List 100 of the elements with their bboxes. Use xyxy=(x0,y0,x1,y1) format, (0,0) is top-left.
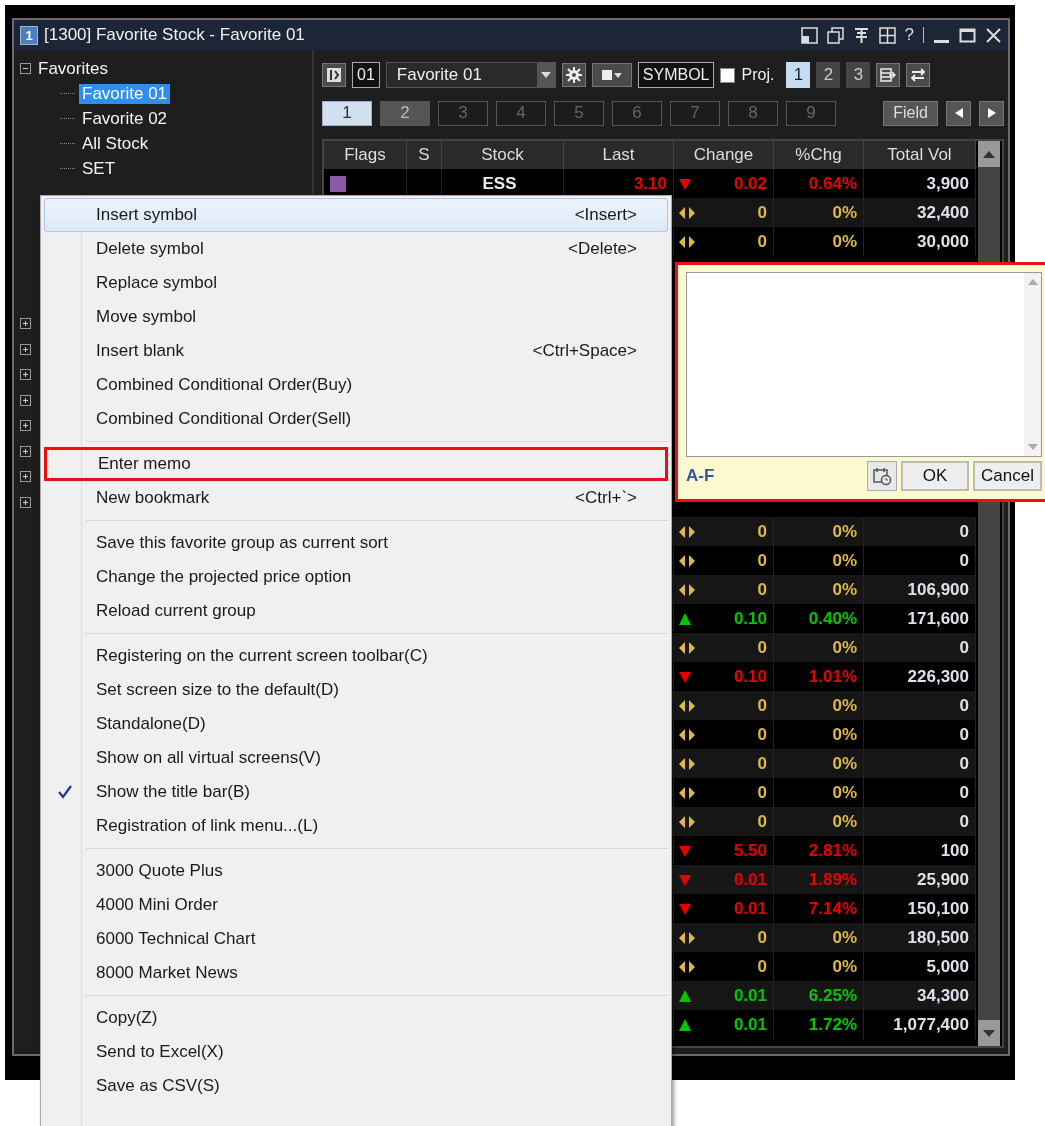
menu-item[interactable]: Standalone(D) xyxy=(44,707,668,741)
next-button[interactable] xyxy=(979,100,1004,126)
previous-button[interactable] xyxy=(946,100,971,126)
tree-item[interactable]: SET xyxy=(79,158,119,179)
change-cell: 0 xyxy=(757,724,767,745)
calendar-clock-icon[interactable] xyxy=(867,461,898,491)
expand-box-icon[interactable] xyxy=(20,496,31,508)
ok-button[interactable]: OK xyxy=(901,461,970,491)
tree-item[interactable]: Favorite 02 xyxy=(79,108,171,129)
menu-item[interactable]: Set screen size to the default(D) xyxy=(44,673,668,707)
left-triangle-icon xyxy=(954,108,963,118)
window-layout-icon[interactable] xyxy=(800,26,818,44)
group-dropdown[interactable]: Favorite 01 xyxy=(385,62,556,88)
expand-box-icon[interactable] xyxy=(20,318,31,330)
menu-item[interactable]: Enter memo xyxy=(44,447,668,481)
change-cell: 0 xyxy=(757,231,767,252)
column-header[interactable]: S xyxy=(418,145,430,165)
menu-item[interactable]: Insert blank <Ctrl+Space> xyxy=(44,334,668,368)
swap-icon[interactable] xyxy=(906,63,931,87)
menu-item[interactable]: 3000 Quote Plus xyxy=(44,854,668,888)
left-right-arrows-icon xyxy=(678,698,696,713)
menu-item[interactable]: Registering on the current screen toolbar(C) xyxy=(44,639,668,673)
group-list-icon[interactable] xyxy=(322,63,346,87)
percent-change-cell: 0% xyxy=(832,579,857,600)
total-volume-cell: 0 xyxy=(959,753,969,774)
change-cell: 0.01 xyxy=(733,1014,767,1035)
symbol-field[interactable]: SYMBOL xyxy=(637,62,715,88)
menu-item[interactable]: Replace symbol xyxy=(44,266,668,300)
menu-item[interactable]: Delete symbol <Delete> xyxy=(44,232,668,266)
menu-item[interactable]: 8000 Market News xyxy=(44,956,668,990)
menu-item[interactable]: Show the title bar(B) xyxy=(44,775,668,809)
page-button[interactable]: 3 xyxy=(846,62,871,88)
menu-item[interactable]: Combined Conditional Order(Sell) xyxy=(44,402,668,436)
page-button[interactable]: 2 xyxy=(816,62,841,88)
column-header[interactable]: %Chg xyxy=(795,145,842,165)
menu-item[interactable]: Change the projected price option xyxy=(44,560,668,594)
percent-change-cell: 0% xyxy=(832,724,857,745)
change-cell: 0 xyxy=(757,782,767,803)
column-header[interactable]: Total Vol xyxy=(887,145,952,165)
tab[interactable]: 1 xyxy=(322,100,372,126)
group-number-field[interactable]: 01 xyxy=(352,62,380,88)
total-volume-cell: 150,100 xyxy=(907,898,969,919)
up-arrow-icon xyxy=(678,1017,692,1032)
menu-item[interactable]: Save as CSV(S) xyxy=(44,1069,668,1103)
percent-change-cell: 0% xyxy=(832,956,857,977)
scroll-down-icon[interactable] xyxy=(983,1029,995,1037)
menu-item[interactable]: Insert symbol <Insert> xyxy=(44,198,668,232)
percent-change-cell: 0% xyxy=(832,782,857,803)
menu-item[interactable]: 6000 Technical Chart xyxy=(44,922,668,956)
tab[interactable]: 2 xyxy=(380,100,430,126)
total-volume-cell: 226,300 xyxy=(907,666,969,687)
column-header[interactable]: Change xyxy=(693,145,754,165)
field-button[interactable]: Field xyxy=(883,100,938,126)
collapse-box-icon[interactable] xyxy=(20,63,31,74)
up-arrow-icon xyxy=(678,611,692,626)
percent-change-cell: 1.72% xyxy=(808,1014,857,1035)
expand-box-icon[interactable] xyxy=(20,369,31,381)
checkbox[interactable] xyxy=(720,67,736,83)
expand-box-icon[interactable] xyxy=(20,445,31,457)
maximize-icon[interactable] xyxy=(959,26,976,44)
left-right-arrows-icon xyxy=(678,640,696,655)
menu-item[interactable]: New bookmark <Ctrl+`> xyxy=(44,481,668,515)
percent-change-cell: 0% xyxy=(832,231,857,252)
grid-icon[interactable] xyxy=(878,26,896,44)
menu-item[interactable]: 4000 Mini Order xyxy=(44,888,668,922)
expand-box-icon[interactable] xyxy=(20,471,31,483)
column-header[interactable]: Stock xyxy=(481,145,524,165)
menu-item[interactable]: Show on all virtual screens(V) xyxy=(44,741,668,775)
memo-label: A-F xyxy=(686,466,716,486)
settings-button[interactable] xyxy=(561,63,586,87)
cancel-button[interactable]: Cancel xyxy=(973,461,1042,491)
help-button[interactable]: ? xyxy=(904,25,914,45)
menu-item[interactable]: Registration of link menu...(L) xyxy=(44,809,668,843)
menu-item[interactable]: Save this favorite group as current sort xyxy=(44,526,668,560)
total-volume-cell: 171,600 xyxy=(907,608,969,629)
gear-icon xyxy=(565,67,582,83)
column-header[interactable]: Last xyxy=(602,145,635,165)
menu-item[interactable]: Send to Excel(X) xyxy=(44,1035,668,1069)
tree-item[interactable]: All Stock xyxy=(79,133,152,154)
expand-box-icon[interactable] xyxy=(20,394,31,406)
menu-item[interactable]: Combined Conditional Order(Buy) xyxy=(44,368,668,402)
menu-item[interactable]: Reload current group xyxy=(44,594,668,628)
percent-change-cell: 0.40% xyxy=(808,608,857,629)
change-cell: 0.01 xyxy=(733,985,767,1006)
menu-item[interactable]: Copy(Z) xyxy=(44,1001,668,1035)
expand-box-icon[interactable] xyxy=(20,420,31,432)
change-cell: 0 xyxy=(757,753,767,774)
page-button[interactable]: 1 xyxy=(786,62,811,88)
column-header[interactable]: Flags xyxy=(344,145,386,165)
percent-change-cell: 0% xyxy=(832,927,857,948)
copy-window-icon[interactable] xyxy=(826,26,844,44)
table-export-icon[interactable] xyxy=(876,63,901,87)
left-right-arrows-icon xyxy=(678,814,696,829)
close-icon[interactable] xyxy=(985,26,1002,44)
scroll-up-icon[interactable] xyxy=(983,150,995,158)
checkbox-label: Proj. xyxy=(741,66,775,84)
tree-item[interactable]: Favorites xyxy=(35,58,111,79)
expand-box-icon[interactable] xyxy=(20,343,31,355)
menu-item[interactable]: Move symbol xyxy=(44,300,668,334)
square-dropdown-button[interactable] xyxy=(591,63,632,87)
